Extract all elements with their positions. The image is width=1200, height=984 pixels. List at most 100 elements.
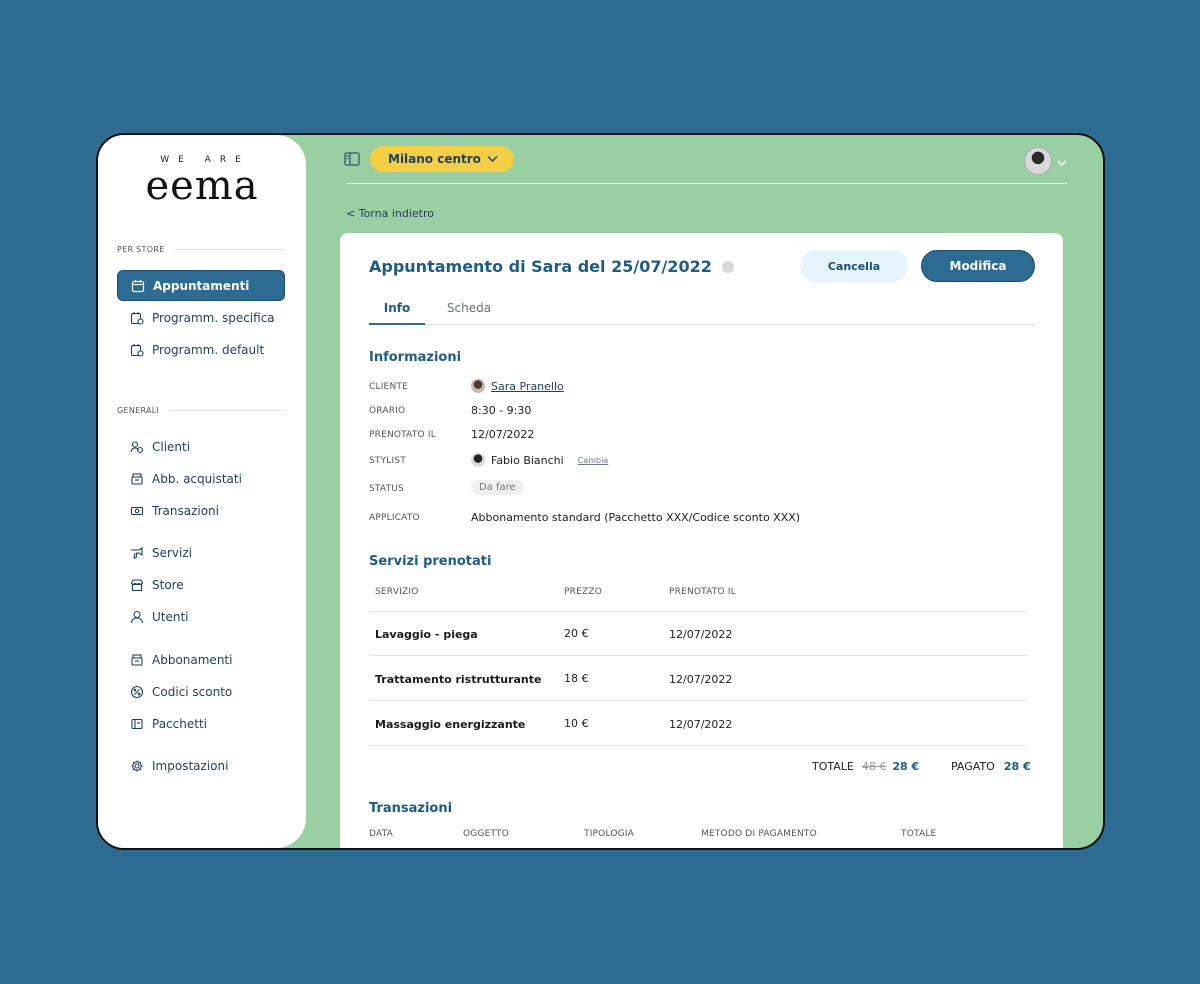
chevron-down-icon: [487, 156, 498, 162]
logo-wordmark: eema: [145, 163, 259, 209]
table-cell-prezzo: 18 €: [564, 672, 589, 685]
table-divider: [369, 611, 1028, 612]
info-label-applicato: APPLICATO: [369, 513, 420, 523]
table-header-prenotato: PRENOTATO IL: [669, 587, 736, 597]
transactions-section-title: Transazioni: [369, 801, 453, 816]
client-avatar: [471, 379, 485, 393]
table-cell-data: 12/07/2022: [669, 628, 733, 641]
table-divider: [369, 745, 1028, 746]
edit-button[interactable]: Modifica: [921, 250, 1035, 282]
info-value-stylist: Fabio Bianchi Cambia: [471, 453, 608, 467]
sidebar-item-servizi[interactable]: Servizi: [117, 537, 285, 568]
sidebar-item-store[interactable]: Store: [117, 569, 285, 600]
info-value-status: Da fare: [471, 480, 524, 495]
table-header-metodo: METODO DI PAGAMENTO: [701, 829, 817, 839]
sidebar-item-label: Clienti: [152, 439, 191, 454]
sidebar-item-label: Impostazioni: [152, 758, 229, 773]
page-title: Appuntamento di Sara del 25/07/2022: [369, 257, 734, 276]
info-label-cliente: CLIENTE: [369, 382, 408, 392]
topbar-divider: [346, 183, 1067, 184]
table-header-data: DATA: [369, 829, 393, 839]
box-icon: [131, 653, 143, 666]
store-icon: [130, 578, 144, 591]
info-section-title: Informazioni: [369, 350, 462, 365]
total-original-price: 48 €: [861, 760, 887, 773]
total-label: TOTALE: [812, 760, 854, 773]
gear-icon: [131, 760, 143, 771]
sidebar-item-impostazioni[interactable]: Impostazioni: [117, 750, 285, 781]
client-link[interactable]: Sara Pranello: [491, 380, 564, 393]
sidebar-item-codici-sconto[interactable]: Codici sconto: [117, 676, 285, 707]
table-divider: [369, 700, 1028, 701]
table-header-oggetto: OGGETTO: [463, 829, 510, 839]
sidebar-item-label: Pacchetti: [152, 716, 207, 731]
table-header-prezzo: PREZZO: [564, 587, 602, 597]
change-stylist-link[interactable]: Cambia: [578, 456, 608, 465]
back-link[interactable]: < Torna indietro: [346, 207, 434, 220]
stylist-avatar: [471, 453, 485, 467]
clients-icon: [130, 440, 144, 453]
total-summary: TOTALE 48 € 28 €: [812, 760, 919, 773]
services-section-title: Servizi prenotati: [369, 554, 492, 569]
info-label-prenotato: PRENOTATO IL: [369, 430, 436, 440]
sidebar-item-pacchetti[interactable]: Pacchetti: [117, 708, 285, 739]
tab-bar: Info Scheda: [369, 301, 1035, 325]
sidebar-item-appuntamenti[interactable]: Appuntamenti: [117, 270, 285, 301]
total-price: 28 €: [892, 760, 920, 773]
status-indicator: [721, 260, 734, 273]
table-cell-servizio: Trattamento ristrutturante: [375, 673, 542, 686]
sidebar-item-label: Appuntamenti: [153, 278, 250, 293]
cancel-button[interactable]: Cancella: [800, 250, 908, 282]
sidebar-item-abb-acquistati[interactable]: Abb. acquistati: [117, 463, 285, 494]
sidebar-item-label: Abb. acquistati: [152, 471, 242, 486]
appointment-title: Appuntamento di Sara del 25/07/2022: [369, 257, 712, 276]
tab-scheda[interactable]: Scheda: [439, 301, 499, 325]
chevron-down-icon[interactable]: [1057, 160, 1067, 167]
hairdryer-icon: [131, 546, 143, 559]
sidebar-item-label: Codici sconto: [152, 684, 233, 699]
table-cell-servizio: Lavaggio - piega: [375, 628, 478, 641]
sidebar-item-programm-default[interactable]: Programm. default: [117, 334, 285, 365]
section-header-per-store: PER STORE: [117, 245, 285, 254]
table-cell-prezzo: 10 €: [564, 717, 589, 730]
sidebar-item-label: Transazioni: [152, 503, 219, 518]
sidebar-item-utenti[interactable]: Utenti: [117, 601, 285, 632]
sidebar-item-label: Store: [152, 577, 184, 592]
user-icon: [130, 610, 144, 623]
info-value-applicato: Abbonamento standard (Pacchetto XXX/Codi…: [471, 511, 801, 524]
paid-summary: PAGATO 28 €: [951, 760, 1031, 773]
sidebar-toggle-icon[interactable]: [344, 152, 360, 166]
sidebar-item-abbonamenti[interactable]: Abbonamenti: [117, 644, 285, 675]
sidebar-item-label: Servizi: [152, 545, 193, 560]
tab-info[interactable]: Info: [369, 301, 425, 325]
section-label: GENERALI: [117, 406, 160, 415]
info-label-stylist: STYLIST: [369, 456, 406, 466]
sidebar-item-programm-specifica[interactable]: Programm. specifica: [117, 302, 285, 333]
calendar-clock-icon: [130, 311, 144, 325]
info-value-cliente: Sara Pranello: [471, 379, 564, 393]
sidebar-item-transazioni[interactable]: Transazioni: [117, 495, 285, 526]
box-icon: [131, 472, 143, 485]
money-icon: [130, 506, 144, 515]
discount-icon: [130, 685, 144, 698]
section-header-generali: GENERALI: [117, 406, 285, 415]
sidebar-item-label: Programm. default: [152, 342, 265, 357]
paid-amount: 28 €: [1003, 760, 1031, 773]
sidebar-item-label: Programm. specifica: [152, 310, 275, 325]
sidebar: WE ARE eema PER STORE Appuntamenti Progr…: [98, 135, 306, 848]
paid-label: PAGATO: [951, 760, 995, 773]
section-label: PER STORE: [117, 245, 165, 254]
calendar-clock-icon: [130, 343, 144, 357]
user-avatar[interactable]: [1024, 147, 1052, 175]
app-window: WE ARE eema PER STORE Appuntamenti Progr…: [96, 133, 1105, 850]
store-selector[interactable]: Milano centro: [370, 146, 514, 172]
table-header-servizio: SERVIZIO: [375, 587, 419, 597]
package-icon: [131, 718, 143, 729]
info-value-orario: 8:30 - 9:30: [471, 404, 532, 417]
table-cell-servizio: Massaggio energizzante: [375, 718, 526, 731]
table-cell-data: 12/07/2022: [669, 673, 733, 686]
appointment-card: Appuntamento di Sara del 25/07/2022 Canc…: [340, 233, 1063, 848]
sidebar-item-clienti[interactable]: Clienti: [117, 431, 285, 462]
stylist-name: Fabio Bianchi: [491, 453, 564, 467]
table-cell-prezzo: 20 €: [564, 627, 589, 640]
